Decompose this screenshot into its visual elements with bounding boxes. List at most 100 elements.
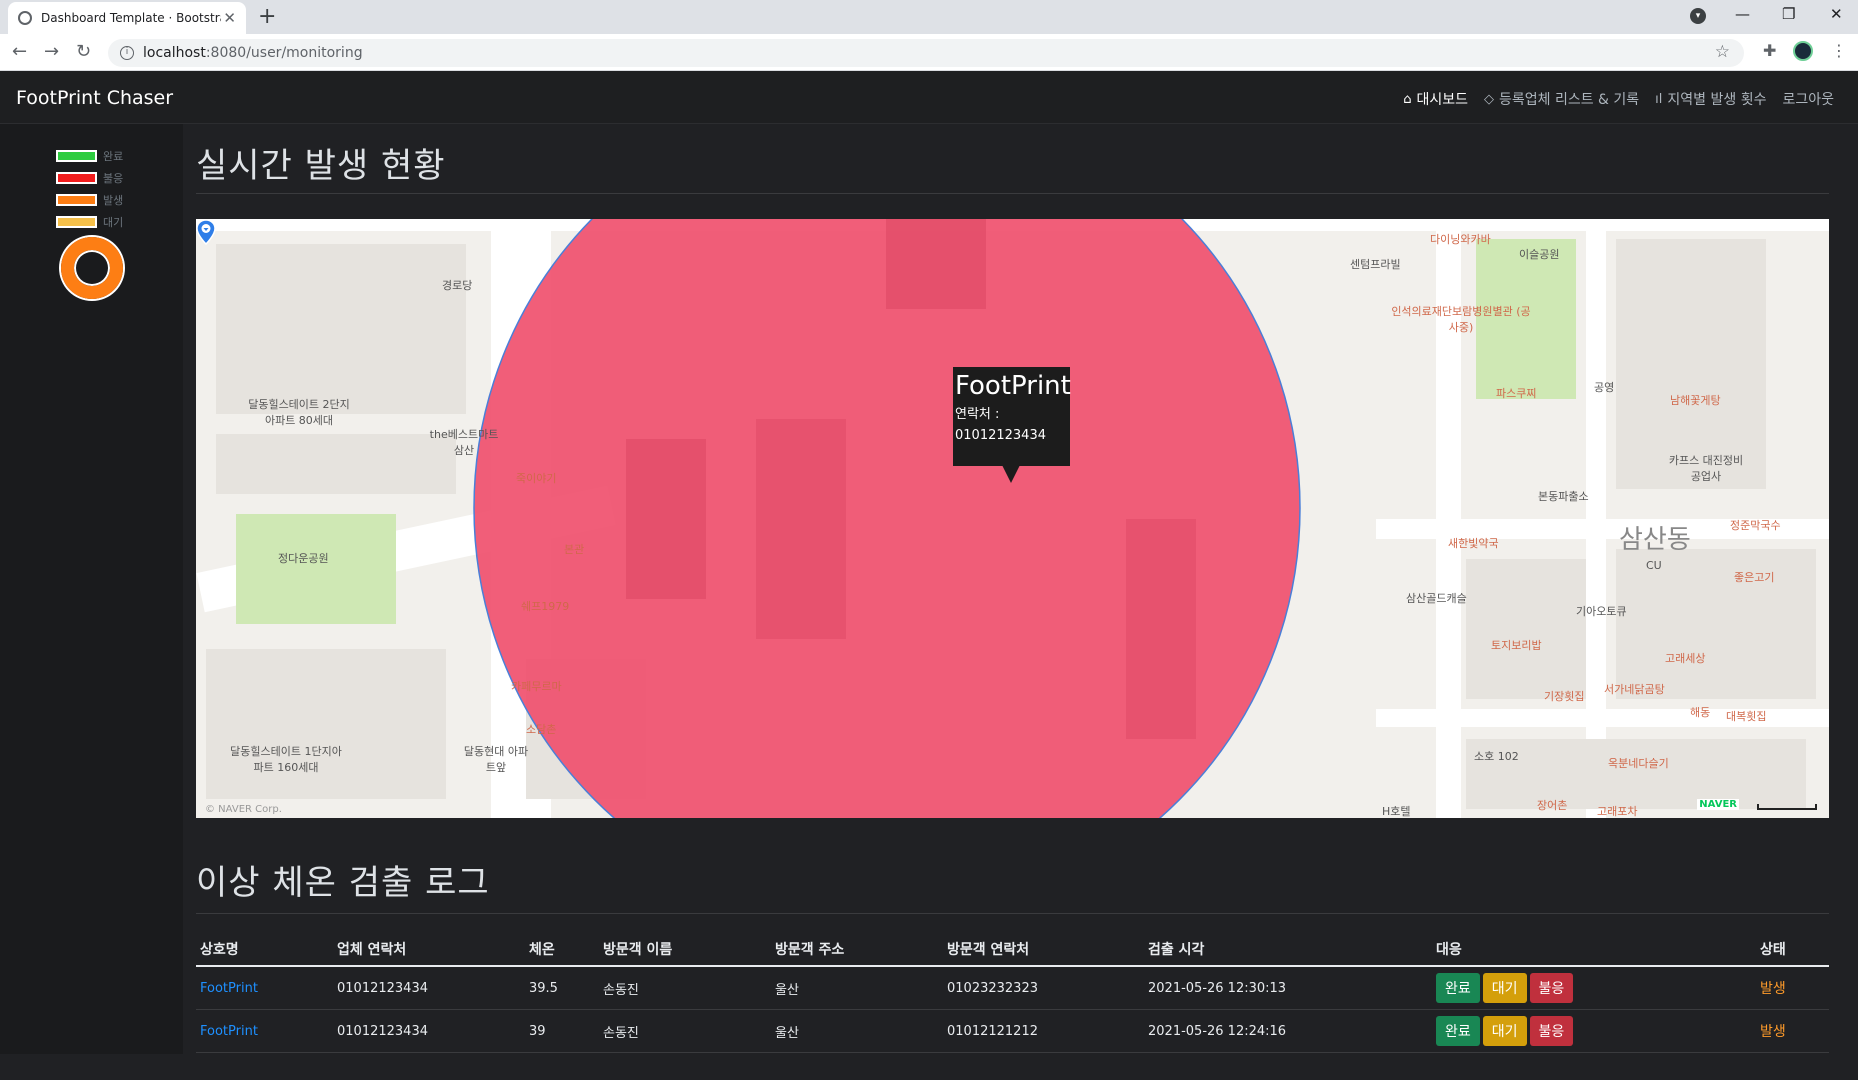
map-base (196, 219, 1829, 818)
back-icon[interactable]: ← (12, 41, 27, 63)
browser-tab[interactable]: Dashboard Template · Bootstrap ✕ (8, 2, 246, 34)
close-tab-icon[interactable]: ✕ (223, 9, 236, 27)
browser-menu-icon[interactable]: ⋮ (1831, 41, 1847, 60)
new-tab-icon[interactable]: + (258, 4, 276, 30)
divider (196, 913, 1829, 914)
restore-icon[interactable]: ❐ (1782, 5, 1795, 23)
nav-logout[interactable]: 로그아웃 (1782, 89, 1834, 109)
legend-swatch (56, 172, 97, 184)
map-label: 다이닝와카바 (1430, 233, 1491, 246)
location-pin-icon[interactable] (196, 219, 216, 245)
map-label: 본관 (564, 543, 585, 556)
wait-button[interactable]: 대기 (1482, 973, 1527, 1003)
legend-swatch (56, 194, 97, 206)
brand[interactable]: FootPrint Chaser (16, 87, 173, 109)
map-label: 소호 102 (1474, 750, 1519, 763)
address-bar-row: ← → ↻ i localhost:8080/user/monitoring ☆ (0, 34, 1858, 71)
wait-button[interactable]: 대기 (1482, 1016, 1527, 1046)
nav-region-stats[interactable]: ıl 지역별 발생 횟수 (1655, 89, 1766, 109)
map[interactable]: 경로당 달동힐스테이트 2단지아파트 80세대 정다운공원 달동힐스테이트 1단… (196, 219, 1829, 818)
done-button[interactable]: 완료 (1436, 1016, 1480, 1046)
site-info-icon[interactable]: i (120, 46, 134, 60)
col-visitor-phone: 방문객 연락처 (943, 929, 1144, 967)
col-action: 대응 (1432, 929, 1756, 967)
extensions-icon[interactable]: ✚ (1763, 41, 1776, 60)
minimize-icon[interactable]: — (1735, 5, 1750, 23)
tab-title: Dashboard Template · Bootstrap (41, 11, 221, 25)
store-link[interactable]: FootPrint (200, 981, 258, 996)
divider (196, 193, 1829, 194)
legend-reject: 불응 (56, 170, 123, 186)
map-label: 남해꽃게탕 (1670, 394, 1721, 407)
detected-time: 2021-05-26 12:30:13 (1144, 966, 1432, 1010)
legend-swatch (56, 216, 97, 228)
map-label: 죽이야기 (516, 472, 557, 485)
detected-time: 2021-05-26 12:24:16 (1144, 1009, 1432, 1053)
map-label: H호텔 (1382, 805, 1411, 818)
sidebar: 완료 불응 발생 대기 (0, 124, 183, 1054)
map-label: 고래세상 (1665, 652, 1706, 665)
map-label: 장어촌 (1537, 799, 1568, 812)
legend-done: 완료 (56, 148, 123, 164)
map-label: 삼산골드캐슬 (1406, 592, 1467, 605)
col-store-phone: 업체 연락처 (333, 929, 525, 967)
reload-icon[interactable]: ↻ (76, 41, 91, 63)
map-label: 파스쿠찌 (1496, 387, 1537, 400)
map-label: 본동파출소 (1538, 490, 1589, 503)
legend-wait: 대기 (56, 214, 123, 230)
nav-links: ⌂ 대시보드 ◇ 등록업체 리스트 & 기록 ıl 지역별 발생 횟수 로그아웃 (1403, 89, 1834, 109)
bookmark-star-icon[interactable]: ☆ (1715, 42, 1730, 62)
top-navbar: FootPrint Chaser ⌂ 대시보드 ◇ 등록업체 리스트 & 기록 … (0, 71, 1858, 124)
layers-icon: ◇ (1483, 91, 1494, 107)
map-label: 카페무르마 (511, 680, 562, 693)
map-label: 새한빛약국 (1448, 537, 1499, 550)
legend-swatch (56, 150, 97, 162)
map-label: 센텀프라빌 (1350, 258, 1401, 271)
legend-occur: 발생 (56, 192, 123, 208)
avatar[interactable] (1793, 41, 1813, 61)
map-info-window[interactable]: FootPrint 연락처 : 01012123434 (953, 367, 1071, 466)
store-phone: 01012123434 (333, 1009, 525, 1053)
map-label: 삼산동 (1619, 525, 1691, 555)
map-label: the베스트마트 삼산 (429, 428, 499, 457)
main-content: 실시간 발생 현황 경로당 달동힐스테이트 2단지아파트 80세대 정다운공원 … (196, 124, 1829, 1074)
map-label: 공영 (1594, 381, 1615, 394)
map-label: CU (1646, 559, 1662, 572)
visitor-phone: 01023232323 (943, 966, 1144, 1010)
reject-button[interactable]: 불응 (1529, 973, 1574, 1003)
reject-button[interactable]: 불응 (1529, 1016, 1574, 1046)
done-button[interactable]: 완료 (1436, 973, 1480, 1003)
map-label: 고래포차 (1597, 805, 1638, 818)
col-time: 검출 시각 (1144, 929, 1432, 967)
nav-company-list[interactable]: ◇ 등록업체 리스트 & 기록 (1484, 89, 1639, 109)
map-label: 서가네닭곰탕 (1604, 683, 1665, 696)
profile-menu-icon[interactable]: ▾ (1690, 8, 1706, 24)
map-label: 쉐프1979 (521, 600, 570, 613)
log-title: 이상 체온 검출 로그 (196, 863, 490, 903)
col-status: 상태 (1756, 929, 1829, 967)
home-icon: ⌂ (1403, 91, 1412, 107)
status-badge: 발생 (1756, 1009, 1829, 1053)
temperature: 39 (525, 1009, 599, 1053)
map-label: 기장횟집 (1544, 690, 1585, 703)
status-badge: 발생 (1756, 966, 1829, 1010)
info-window-arrow (1002, 465, 1020, 483)
map-label: 기아오토큐 (1576, 605, 1627, 618)
info-window-title: FootPrint (955, 371, 1071, 401)
bar-chart-icon: ıl (1655, 91, 1663, 107)
url-bar[interactable]: i localhost:8080/user/monitoring ☆ (108, 39, 1744, 67)
visitor-name: 손동진 (599, 966, 771, 1010)
map-label: 달동힐스테이트 1단지아파트 160세대 (230, 745, 342, 774)
map-label: 경로당 (442, 279, 473, 292)
nav-dashboard[interactable]: ⌂ 대시보드 (1403, 89, 1468, 109)
store-link[interactable]: FootPrint (200, 1024, 258, 1039)
temperature: 39.5 (525, 966, 599, 1010)
url-text: localhost:8080/user/monitoring (143, 45, 363, 61)
forward-icon[interactable]: → (44, 41, 59, 63)
map-label: 소담촌 (526, 723, 557, 736)
map-label: 토지보리밥 (1491, 639, 1542, 652)
visitor-name: 손동진 (599, 1009, 771, 1053)
close-window-icon[interactable]: ✕ (1830, 5, 1843, 23)
info-window-contact-label: 연락처 : (955, 407, 1000, 422)
map-label: 해동 (1690, 706, 1711, 719)
